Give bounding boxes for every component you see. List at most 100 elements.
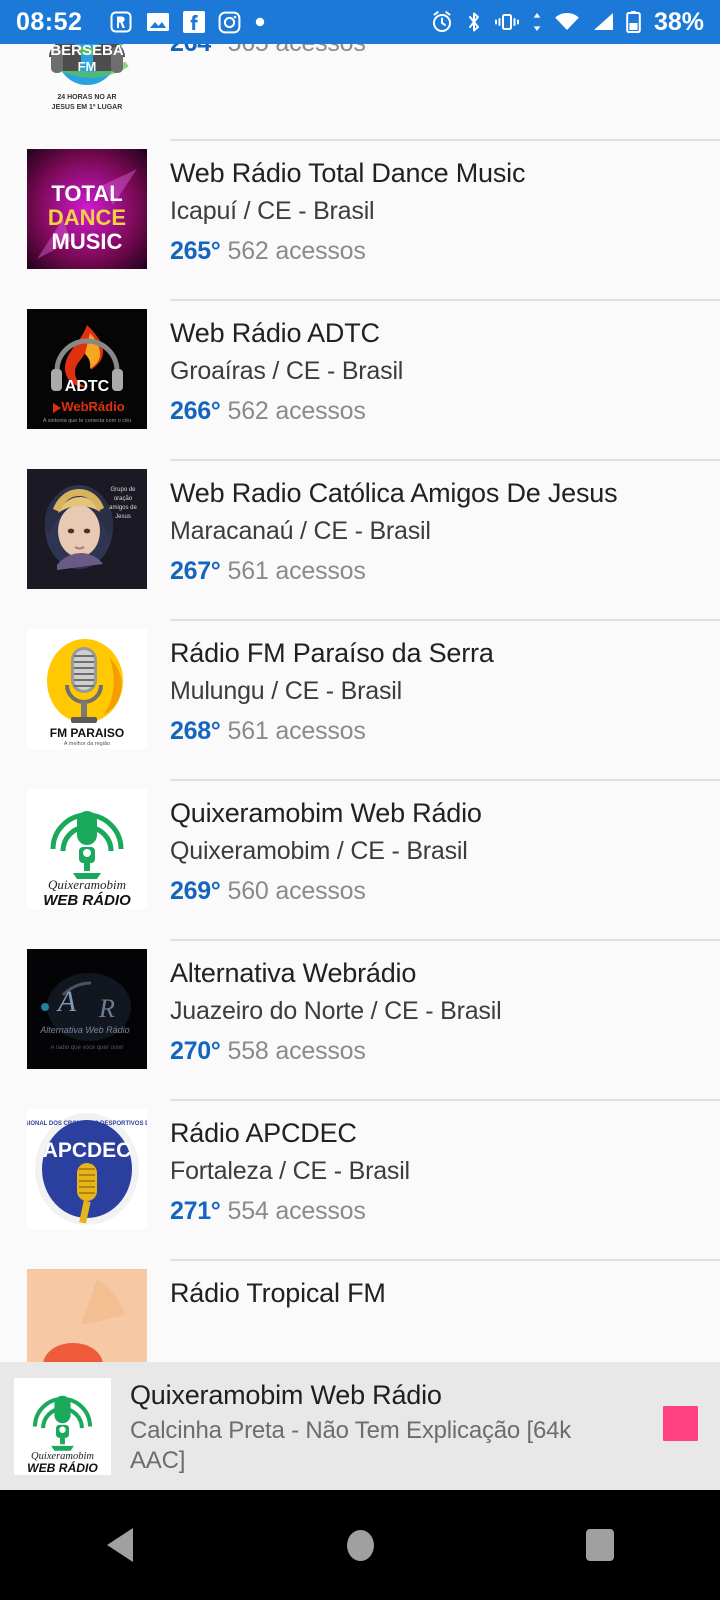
list-item-body: Alternativa Webrádio Juazeiro do Norte /… xyxy=(170,939,720,1099)
dot-icon xyxy=(254,16,266,28)
svg-text:ASSOCIAÇÃO PROFISSIONAL DOS CR: ASSOCIAÇÃO PROFISSIONAL DOS CRONISTAS DE… xyxy=(27,1120,147,1127)
station-rank: 270° xyxy=(170,1036,221,1065)
svg-text:R: R xyxy=(98,994,115,1023)
station-title: Quixeramobim Web Rádio xyxy=(170,798,482,828)
nav-back-button[interactable] xyxy=(60,1490,180,1600)
station-accesses: 565 acessos xyxy=(228,44,366,57)
battery-icon xyxy=(626,10,641,34)
station-stats: 265° 562 acessos xyxy=(170,236,706,266)
station-rank: 266° xyxy=(170,396,221,425)
station-stats: 267° 561 acessos xyxy=(170,556,706,586)
list-item[interactable]: TOTAL DANCE MUSIC Web Rádio Total Dance … xyxy=(0,139,720,299)
station-logo xyxy=(27,1269,147,1362)
svg-text:MUSIC: MUSIC xyxy=(52,229,123,254)
station-location: Quixeramobim / CE - Brasil xyxy=(170,837,468,866)
list-item[interactable]: Grupo de oração amigos de Jesus Web Radi… xyxy=(0,459,720,619)
data-transfer-icon xyxy=(531,11,543,33)
station-rank: 271° xyxy=(170,1196,221,1225)
android-nav-bar xyxy=(0,1490,720,1600)
facebook-icon xyxy=(183,11,206,33)
svg-text:TOTAL: TOTAL xyxy=(51,181,122,206)
station-location: Mulungu / CE - Brasil xyxy=(170,677,402,706)
svg-text:APCDEC: APCDEC xyxy=(43,1139,132,1162)
station-logo: ADTC WebRádio A sintonia que te conecta … xyxy=(27,309,147,429)
svg-text:ADTC: ADTC xyxy=(65,378,110,395)
svg-text:BERSEBA: BERSEBA xyxy=(50,44,124,59)
svg-text:Quixeramobim: Quixeramobim xyxy=(48,877,126,892)
station-stats: 271° 554 acessos xyxy=(170,1196,706,1226)
nav-recents-button[interactable] xyxy=(540,1490,660,1600)
list-item-body: Rádio FM Paraíso da Serra Mulungu / CE -… xyxy=(170,619,720,779)
svg-text:24 HORAS NO AR: 24 HORAS NO AR xyxy=(57,94,116,101)
list-item-body: Web Radio Católica Amigos De Jesus Marac… xyxy=(170,459,720,619)
svg-text:oração: oração xyxy=(114,496,133,502)
station-title: Rádio FM Paraíso da Serra xyxy=(170,638,494,668)
station-logo: FM PARAISO A melhor da região xyxy=(27,629,147,749)
svg-text:Jesus: Jesus xyxy=(115,514,131,520)
wifi-icon xyxy=(554,11,580,33)
nav-home-button[interactable] xyxy=(300,1490,420,1600)
list-item-body: Rádio APCDEC Fortaleza / CE - Brasil 271… xyxy=(170,1099,720,1259)
station-location: Groaíras / CE - Brasil xyxy=(170,357,404,386)
list-item[interactable]: Rádio Tropical FM xyxy=(0,1259,720,1362)
station-stats: 264° 565 acessos xyxy=(170,44,706,58)
list-item[interactable]: A R Alternativa Web Rádio A rádio que vo… xyxy=(0,939,720,1099)
alarm-icon xyxy=(430,10,454,34)
list-item[interactable]: FM PARAISO A melhor da região Rádio FM P… xyxy=(0,619,720,779)
vibrate-icon xyxy=(494,11,520,33)
station-rank: 268° xyxy=(170,716,221,745)
signal-icon xyxy=(591,11,615,33)
station-logo: TOTAL DANCE MUSIC xyxy=(27,149,147,269)
bluetooth-icon xyxy=(465,10,483,34)
back-triangle-icon xyxy=(107,1528,133,1562)
list-item[interactable]: APCDEC ASSOCIAÇÃO PROFISSIONAL DOS CRONI… xyxy=(0,1099,720,1259)
station-rank: 265° xyxy=(170,236,221,265)
list-item[interactable]: ADTC WebRádio A sintonia que te conecta … xyxy=(0,299,720,459)
svg-text:DANCE: DANCE xyxy=(48,205,126,230)
list-item[interactable]: Quixeramobim WEB RÁDIO Quixeramobim Web … xyxy=(0,779,720,939)
station-rank: 267° xyxy=(170,556,221,585)
station-accesses: 560 acessos xyxy=(227,876,366,905)
recents-square-icon xyxy=(586,1529,614,1561)
svg-text:A melhor da região: A melhor da região xyxy=(64,741,110,747)
station-accesses: 562 acessos xyxy=(227,236,366,265)
list-item-body: Senador Pompeu / CE - Brasil 264°565 ace… xyxy=(170,44,720,139)
app-r-icon xyxy=(109,10,133,34)
station-stats xyxy=(170,1317,706,1347)
player-station-name: Quixeramobim Web Rádio xyxy=(130,1380,442,1410)
station-title: Alternativa Webrádio xyxy=(170,958,417,988)
station-logo: Grupo de oração amigos de Jesus xyxy=(27,469,147,589)
instagram-icon xyxy=(218,11,241,34)
status-bar-left: 08:52 xyxy=(16,8,430,37)
status-bar-right: 38% xyxy=(430,8,704,37)
player-now-playing: Calcinha Preta - Não Tem Explicação [64k… xyxy=(130,1417,572,1475)
station-logo: Quixeramobim WEB RÁDIO xyxy=(27,789,147,909)
stop-button[interactable] xyxy=(663,1406,698,1441)
svg-text:WEB RÁDIO: WEB RÁDIO xyxy=(43,892,131,909)
svg-text:Grupo de: Grupo de xyxy=(110,487,136,493)
status-bar: 08:52 38% xyxy=(0,0,720,44)
station-accesses: 561 acessos xyxy=(227,716,366,745)
station-rank: 269° xyxy=(170,876,221,905)
station-rank: 264° xyxy=(170,44,221,57)
station-stats: 270° 558 acessos xyxy=(170,1036,706,1066)
station-logo: A R Alternativa Web Rádio A rádio que vo… xyxy=(27,949,147,1069)
station-list[interactable]: BERSEBA FM 24 HORAS NO AR JESUS EM 1º LU… xyxy=(0,44,720,1362)
svg-text:FM: FM xyxy=(78,59,97,74)
station-logo: BERSEBA FM 24 HORAS NO AR JESUS EM 1º LU… xyxy=(27,44,147,119)
svg-text:WEB RÁDIO: WEB RÁDIO xyxy=(27,1460,98,1475)
station-accesses: 562 acessos xyxy=(227,396,366,425)
svg-text:A: A xyxy=(56,985,77,1018)
svg-text:Alternativa Web Rádio: Alternativa Web Rádio xyxy=(39,1025,129,1035)
station-location: Fortaleza / CE - Brasil xyxy=(170,1157,410,1186)
svg-text:FM PARAISO: FM PARAISO xyxy=(50,726,124,740)
player-bar[interactable]: Quixeramobim WEB RÁDIO Quixeramobim Web … xyxy=(0,1362,720,1490)
svg-text:A sintonia que te conecta com: A sintonia que te conecta com o céu xyxy=(43,418,131,424)
station-accesses: 561 acessos xyxy=(227,556,366,585)
station-accesses: 554 acessos xyxy=(227,1196,366,1225)
battery-percent: 38% xyxy=(653,7,704,36)
home-circle-icon xyxy=(346,1529,374,1561)
list-item[interactable]: BERSEBA FM 24 HORAS NO AR JESUS EM 1º LU… xyxy=(0,44,720,139)
svg-text:JESUS EM 1º LUGAR: JESUS EM 1º LUGAR xyxy=(52,104,123,111)
player-info[interactable]: Quixeramobim Web Rádio Calcinha Preta - … xyxy=(130,1378,655,1476)
